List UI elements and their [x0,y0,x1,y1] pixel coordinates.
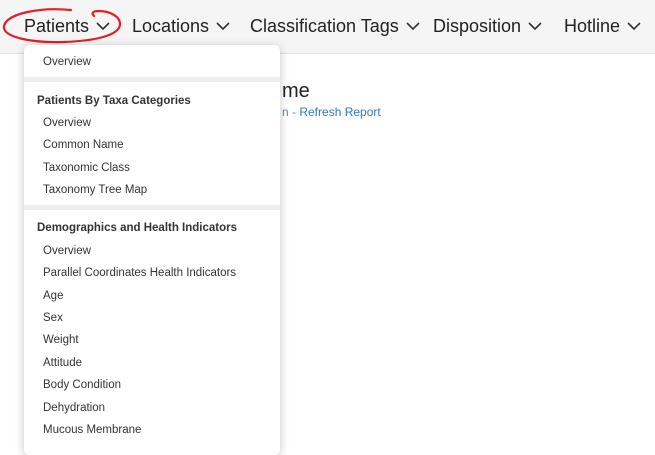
subtitle-lead: n - [282,105,300,119]
menu-item[interactable]: Sex [43,312,63,324]
patients-dropdown-menu: Overview Patients By Taxa Categories Ove… [24,45,280,455]
chevron-down-icon [627,22,641,31]
nav-classification-tags-label: Classification Tags [250,16,399,36]
nav-locations-label: Locations [132,16,210,36]
page-subtitle: n - Refresh Report [282,105,381,119]
menu-item[interactable]: Taxonomic Class [43,162,130,174]
menu-item-overview[interactable]: Overview [43,56,91,68]
chevron-down-icon [528,22,542,31]
nav-hotline[interactable]: Hotline [564,0,641,53]
menu-item[interactable]: Dehydration [43,402,105,414]
chevron-down-icon [406,22,420,31]
menu-item[interactable]: Common Name [43,139,124,151]
refresh-report-link[interactable]: Refresh Report [299,105,380,119]
menu-item[interactable]: Taxonomy Tree Map [43,184,147,196]
nav-disposition-label: Disposition [433,16,522,36]
chevron-down-icon [96,22,110,31]
menu-divider [24,205,280,210]
menu-item[interactable]: Weight [43,334,79,346]
nav-hotline-label: Hotline [564,16,621,36]
nav-patients-label: Patients [24,16,90,36]
nav-disposition[interactable]: Disposition [433,0,542,53]
menu-item[interactable]: Age [43,290,63,302]
menu-divider [24,77,280,82]
chevron-down-icon [216,22,230,31]
menu-section-header: Patients By Taxa Categories [37,95,191,107]
menu-item[interactable]: Overview [43,117,91,129]
menu-item[interactable]: Parallel Coordinates Health Indicators [43,267,236,279]
page-title: me [282,80,310,102]
menu-item[interactable]: Overview [43,245,91,257]
menu-item[interactable]: Mucous Membrane [43,424,141,436]
menu-item[interactable]: Body Condition [43,379,121,391]
menu-item[interactable]: Attitude [43,357,82,369]
menu-section-header: Demographics and Health Indicators [37,222,238,234]
